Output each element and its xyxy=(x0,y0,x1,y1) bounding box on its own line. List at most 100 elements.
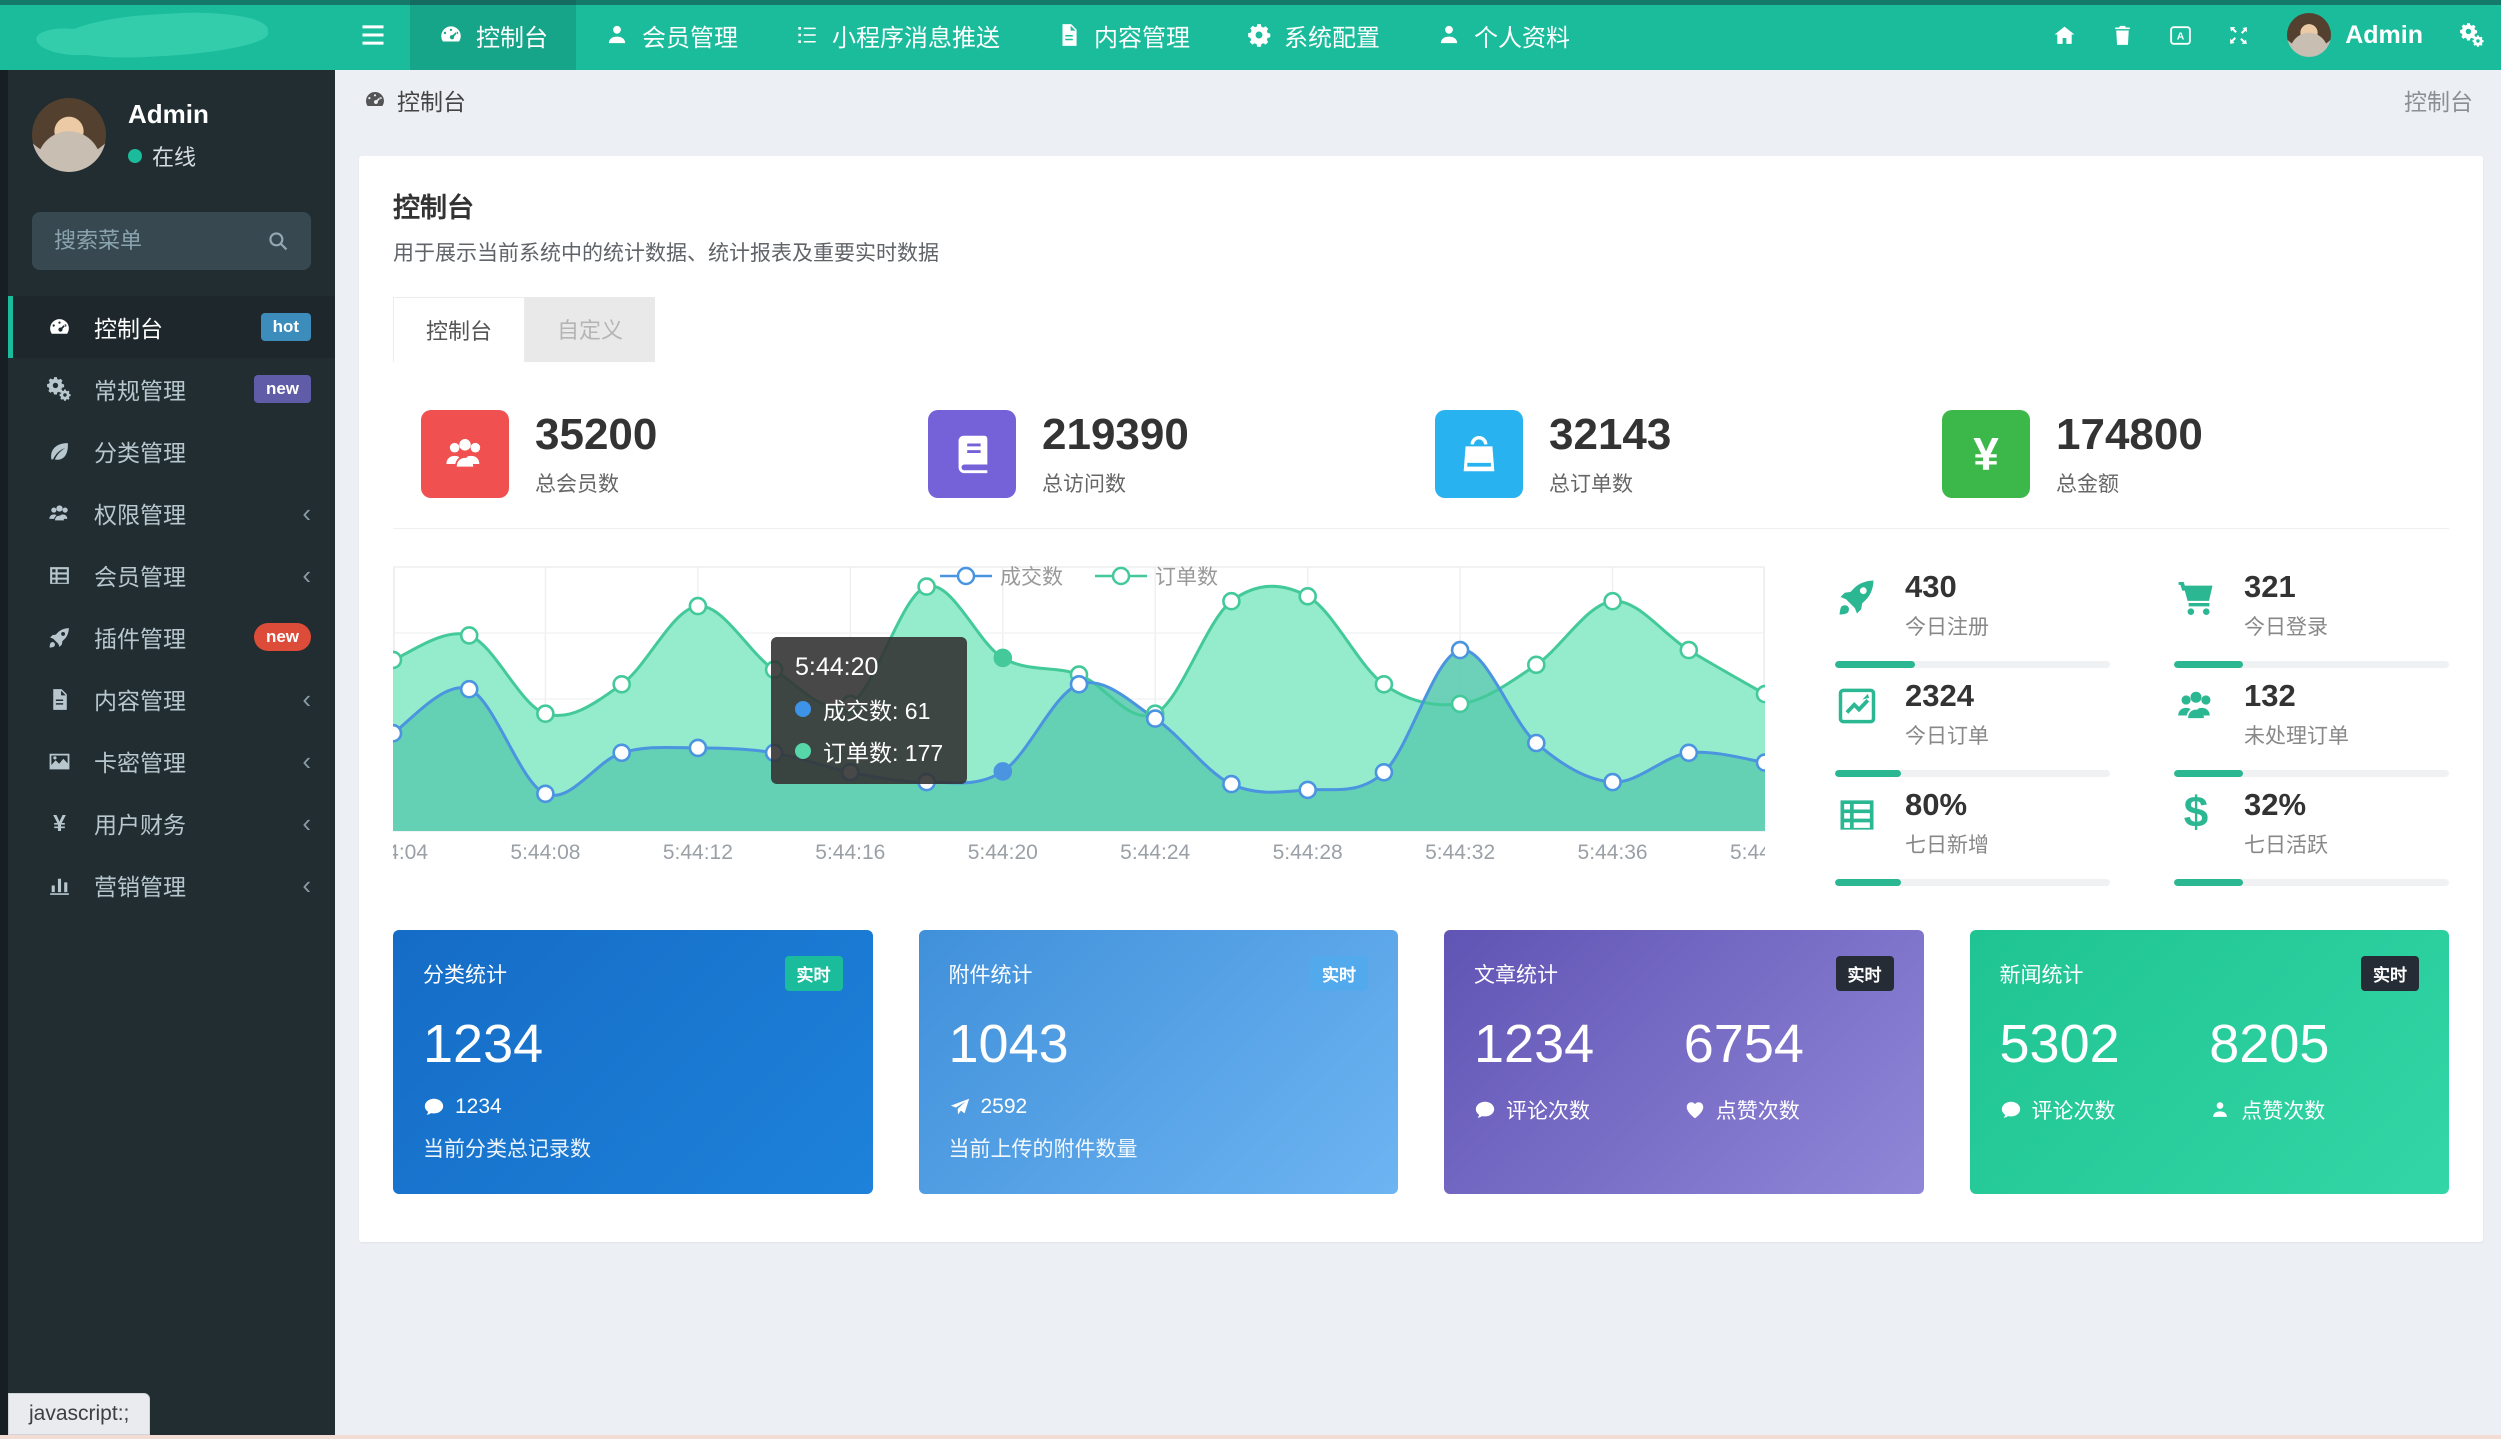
sidebar-item-8[interactable]: ¥用户财务‹ xyxy=(8,792,335,854)
stat-icon-tile xyxy=(928,410,1016,498)
x-tick-label: 5:44:04 xyxy=(393,841,428,864)
table-icon xyxy=(47,563,72,588)
today-stat-value: 2324 xyxy=(1905,678,1989,714)
rocket-icon xyxy=(1835,575,1879,619)
navbar-menu: 控制台会员管理小程序消息推送 内容管理系统配置 个人资料 xyxy=(410,0,1598,70)
nav-expand-button[interactable] xyxy=(2209,0,2267,70)
dashboard-panel: 控制台 用于展示当前系统中的统计数据、统计报表及重要实时数据 控制台自定义 35… xyxy=(359,156,2483,1242)
orders-area-chart[interactable]: 5:44:045:44:085:44:125:44:165:44:205:44:… xyxy=(393,559,1765,871)
card-footer: 当前分类总记录数 xyxy=(423,1133,843,1163)
gauge-icon xyxy=(47,315,72,340)
nav-item-3[interactable]: 内容管理 xyxy=(1028,0,1218,70)
chart-legend: 成交数 订单数 xyxy=(393,561,1765,593)
chevron-left-icon: ‹ xyxy=(302,748,311,774)
nav-settings-button[interactable] xyxy=(2443,0,2501,70)
x-tick-label: 5:44:40 xyxy=(1730,841,1765,864)
send-icon xyxy=(949,1096,971,1118)
online-dot-icon xyxy=(128,149,142,163)
nav-item-1[interactable]: 会员管理 xyxy=(576,0,766,70)
chevron-left-icon: ‹ xyxy=(302,686,311,712)
brand-logo[interactable] xyxy=(0,0,335,70)
breadcrumb-current[interactable]: 控制台 xyxy=(397,83,466,117)
nav-trash-button[interactable] xyxy=(2093,0,2151,70)
chartline-icon xyxy=(1835,684,1879,728)
cogs-icon xyxy=(2460,23,2485,48)
card-metric: 2592 xyxy=(949,1095,1369,1119)
yen-icon: ¥ xyxy=(47,812,72,835)
stat-box-0: 35200总会员数 xyxy=(421,410,928,498)
stat-row: 35200总会员数219390总访问数32143总订单数¥174800总金额 xyxy=(393,396,2449,529)
tab-0[interactable]: 控制台 xyxy=(393,297,525,362)
today-stat-value: 430 xyxy=(1905,569,1989,605)
nav-language-button[interactable]: A xyxy=(2151,0,2209,70)
tab-bar: 控制台自定义 xyxy=(393,297,2449,362)
legend-item[interactable]: 订单数 xyxy=(1095,561,1218,591)
list-icon xyxy=(794,22,820,48)
nav-item-0[interactable]: 控制台 xyxy=(410,0,576,70)
today-stat-5: $32%七日活跃 xyxy=(2174,777,2449,886)
language-icon: A xyxy=(2168,23,2193,48)
card-value: 1234 xyxy=(423,1017,843,1071)
stat-value: 219390 xyxy=(1042,410,1189,460)
today-stat-4: 80%七日新增 xyxy=(1835,777,2110,886)
browser-status-tooltip: javascript:; xyxy=(8,1393,150,1435)
summary-card-0[interactable]: 分类统计实时12341234当前分类总记录数 xyxy=(393,930,873,1194)
sidebar-item-0[interactable]: 控制台hot xyxy=(8,296,335,358)
menu-icon xyxy=(359,21,387,49)
card-metric: 点赞次数 xyxy=(1684,1095,1894,1125)
person-icon xyxy=(2209,1099,2231,1121)
nav-username: Admin xyxy=(2345,21,2423,50)
sidebar-menu: 控制台hot常规管理new分类管理权限管理‹会员管理‹插件管理new内容管理‹卡… xyxy=(8,296,335,916)
sidebar-item-label: 卡密管理 xyxy=(94,744,186,778)
sidebar-item-1[interactable]: 常规管理new xyxy=(8,358,335,420)
gauge-icon xyxy=(363,88,387,112)
sidebar-item-label: 常规管理 xyxy=(94,372,186,406)
nav-item-2[interactable]: 小程序消息推送 xyxy=(766,0,1028,70)
sidebar-toggle-button[interactable] xyxy=(335,0,410,70)
sidebar-item-label: 营销管理 xyxy=(94,868,186,902)
sidebar-item-5[interactable]: 插件管理new xyxy=(8,606,335,668)
today-stat-label: 七日活跃 xyxy=(2244,829,2328,859)
user-icon xyxy=(1436,22,1462,48)
today-stat-label: 今日注册 xyxy=(1905,611,1989,641)
summary-card-3[interactable]: 新闻统计实时5302评论次数8205点赞次数 xyxy=(1970,930,2450,1194)
card-title: 分类统计 xyxy=(423,959,507,989)
sidebar-item-2[interactable]: 分类管理 xyxy=(8,420,335,482)
realtime-badge: 实时 xyxy=(1310,956,1368,991)
stat-box-2: 32143总订单数 xyxy=(1435,410,1942,498)
progress-bar xyxy=(2174,879,2449,886)
user-avatar[interactable] xyxy=(32,98,106,172)
chartbar-icon xyxy=(47,873,72,898)
stat-value: 35200 xyxy=(535,410,657,460)
nav-home-button[interactable] xyxy=(2035,0,2093,70)
comment-icon xyxy=(1474,1099,1496,1121)
summary-card-1[interactable]: 附件统计实时10432592当前上传的附件数量 xyxy=(919,930,1399,1194)
users-icon xyxy=(47,501,72,526)
sidebar-item-3[interactable]: 权限管理‹ xyxy=(8,482,335,544)
tab-1[interactable]: 自定义 xyxy=(525,297,655,362)
sidebar-item-4[interactable]: 会员管理‹ xyxy=(8,544,335,606)
book-icon xyxy=(949,431,995,477)
nav-item-label: 个人资料 xyxy=(1474,18,1570,53)
chevron-left-icon: ‹ xyxy=(302,500,311,526)
card-value: 1234 xyxy=(1474,1017,1684,1071)
nav-user-menu[interactable]: Admin xyxy=(2267,0,2443,70)
card-metric: 评论次数 xyxy=(1474,1095,1684,1125)
screen-top-edge xyxy=(0,0,2501,5)
nav-item-label: 内容管理 xyxy=(1094,18,1190,53)
stat-box-1: 219390总访问数 xyxy=(928,410,1435,498)
summary-card-2[interactable]: 文章统计实时1234评论次数6754点赞次数 xyxy=(1444,930,1924,1194)
panel-header: 控制台 用于展示当前系统中的统计数据、统计报表及重要实时数据 xyxy=(359,156,2483,267)
nav-item-4[interactable]: 系统配置 xyxy=(1218,0,1408,70)
sidebar-item-9[interactable]: 营销管理‹ xyxy=(8,854,335,916)
progress-bar xyxy=(1835,661,2110,668)
menu-badge: hot xyxy=(261,313,311,341)
legend-item[interactable]: 成交数 xyxy=(940,561,1063,591)
comment-icon xyxy=(2000,1099,2022,1121)
stat-icon-tile: ¥ xyxy=(1942,410,2030,498)
user-name: Admin xyxy=(128,99,209,130)
screen-bottom-edge xyxy=(0,1435,2501,1439)
sidebar-item-7[interactable]: 卡密管理 ‹ xyxy=(8,730,335,792)
nav-item-5[interactable]: 个人资料 xyxy=(1408,0,1598,70)
sidebar-item-6[interactable]: 内容管理‹ xyxy=(8,668,335,730)
